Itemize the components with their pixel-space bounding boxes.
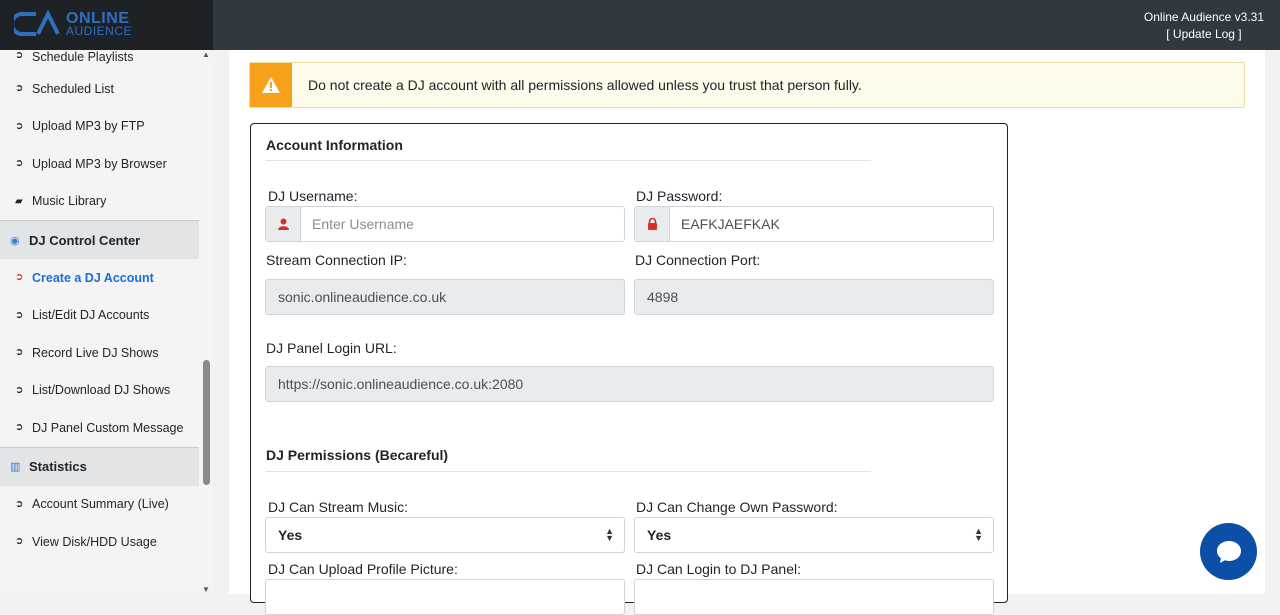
sidebar-item-label: Scheduled List [32,81,115,96]
chat-bubble-icon [1216,540,1241,563]
sidebar-item-music-library[interactable]: ▰ Music Library [0,183,199,221]
password-input[interactable]: EAFKJAEFKAK [670,216,780,232]
sidebar-header-statistics[interactable]: ▥ Statistics [0,446,199,486]
warning-icon [250,63,292,107]
sidebar-header-label: Statistics [29,459,87,474]
version-info: Online Audience v3.31 [ Update Log ] [1144,9,1264,43]
username-input[interactable]: Enter Username [301,216,414,232]
sidebar-item-label: DJ Panel Custom Message [32,420,184,435]
sidebar-item-scheduled-list[interactable]: ➲ Scheduled List [0,70,199,108]
password-label: DJ Password: [636,188,723,204]
lock-icon [635,207,670,241]
upload-picture-label: DJ Can Upload Profile Picture: [268,561,458,577]
sidebar-item-create-dj-account[interactable]: ➲ Create a DJ Account [0,259,199,297]
login-url-label: DJ Panel Login URL: [266,340,397,356]
circle-arrow-right-icon: ➲ [15,120,24,132]
stream-ip-field: sonic.onlineaudience.co.uk [265,279,625,315]
username-label: DJ Username: [268,188,358,204]
circle-arrow-right-icon: ➲ [15,498,24,510]
change-password-value: Yes [647,527,672,543]
sidebar-header-dj-control-center[interactable]: ◉ DJ Control Center [0,220,199,259]
sidebar-item-label: View Disk/HDD Usage [32,534,157,549]
stream-music-label: DJ Can Stream Music: [268,499,409,515]
password-field[interactable]: EAFKJAEFKAK [634,206,994,242]
brand-logo-icon [14,10,60,36]
sidebar-scrollbar[interactable]: ▲ ▼ [200,50,213,594]
page-scrollbar[interactable] [1268,50,1280,594]
circle-arrow-right-icon: ➲ [15,347,24,359]
circle-arrow-right-icon: ➲ [15,158,24,170]
main-content: Do not create a DJ account with all perm… [229,50,1265,615]
sidebar-item-disk-usage[interactable]: ➲ View Disk/HDD Usage [0,523,199,561]
sidebar-item-label: Music Library [32,194,107,209]
scroll-down-arrow-icon[interactable]: ▼ [202,585,210,594]
select-caret-icon: ▲ ▼ [974,526,983,543]
top-bar: ONLINE AUDIENCE Online Audience v3.31 [ … [0,0,1280,50]
upload-picture-select[interactable] [265,579,625,615]
sidebar-item-schedule-playlists[interactable]: ➲ Schedule Playlists [0,50,199,70]
sidebar-item-list-download-dj-shows[interactable]: ➲ List/Download DJ Shows [0,372,199,410]
sidebar-item-label: Account Summary (Live) [32,497,169,512]
select-caret-icon: ▲ ▼ [605,526,614,543]
sidebar-header-label: DJ Control Center [29,232,141,248]
warning-alert: Do not create a DJ account with all perm… [249,62,1245,108]
username-field[interactable]: Enter Username [265,206,625,242]
chat-button[interactable] [1200,523,1257,580]
account-info-title: Account Information [266,137,403,153]
sidebar-list: ➲ Schedule Playlists ➲ Scheduled List ➲ Upl… [0,50,199,561]
sidebar-item-upload-browser[interactable]: ➲ Upload MP3 by Browser [0,145,199,183]
scroll-up-arrow-icon[interactable]: ▲ [202,50,210,59]
login-panel-select[interactable] [634,579,994,615]
login-panel-label: DJ Can Login to DJ Panel: [636,561,801,577]
bar-chart-icon: ▥ [10,461,21,473]
logo[interactable]: ONLINE AUDIENCE [0,0,213,50]
sidebar-item-label: Record Live DJ Shows [32,345,159,360]
circle-arrow-right-icon: ➲ [15,536,24,548]
sidebar: ➲ Schedule Playlists ➲ Scheduled List ➲ Upl… [0,50,213,594]
brand-line2: AUDIENCE [66,24,133,38]
user-icon [266,207,301,241]
circle-arrow-right-icon: ➲ [15,272,24,284]
user-circle-icon: ◉ [10,234,20,247]
sidebar-item-label: List/Download DJ Shows [32,383,171,398]
sidebar-item-label: Upload MP3 by FTP [32,119,145,134]
sidebar-item-label: List/Edit DJ Accounts [32,308,150,323]
sidebar-item-upload-ftp[interactable]: ➲ Upload MP3 by FTP [0,108,199,146]
sidebar-scroll-thumb[interactable] [203,360,210,485]
sidebar-item-list-edit-dj-accounts[interactable]: ➲ List/Edit DJ Accounts [0,297,199,335]
section-divider [266,160,871,161]
version-label: Online Audience v3.31 [1143,10,1264,24]
port-field: 4898 [634,279,994,315]
section-divider [266,471,871,472]
create-dj-form: Account Information DJ Username: Enter U… [250,123,1008,615]
change-password-label: DJ Can Change Own Password: [636,499,838,515]
alert-text: Do not create a DJ account with all perm… [308,77,862,93]
circle-arrow-right-icon: ➲ [15,309,24,321]
sidebar-item-label: Schedule Playlists [32,50,134,64]
port-label: DJ Connection Port: [635,252,761,268]
login-url-field: https://sonic.onlineaudience.co.uk:2080 [265,366,994,402]
ip-label: Stream Connection IP: [266,252,407,268]
circle-arrow-right-icon: ➲ [15,384,24,396]
sidebar-item-label: Create a DJ Account [32,270,154,285]
sidebar-item-dj-panel-custom-message[interactable]: ➲ DJ Panel Custom Message [0,409,199,447]
sidebar-item-record-live-dj-shows[interactable]: ➲ Record Live DJ Shows [0,334,199,372]
stream-music-value: Yes [278,527,303,543]
stream-music-select[interactable]: Yes ▲ ▼ [265,517,625,553]
circle-arrow-right-icon: ➲ [15,83,24,95]
sidebar-item-account-summary[interactable]: ➲ Account Summary (Live) [0,486,199,524]
update-log-link[interactable]: [ Update Log ] [1144,26,1264,43]
circle-arrow-right-icon: ➲ [15,422,24,434]
circle-arrow-right-icon: ➲ [15,50,24,61]
change-password-select[interactable]: Yes ▲ ▼ [634,517,994,553]
permissions-title: DJ Permissions (Becareful) [266,447,449,463]
folder-open-icon: ▰ [15,195,23,207]
sidebar-item-label: Upload MP3 by Browser [32,156,167,171]
